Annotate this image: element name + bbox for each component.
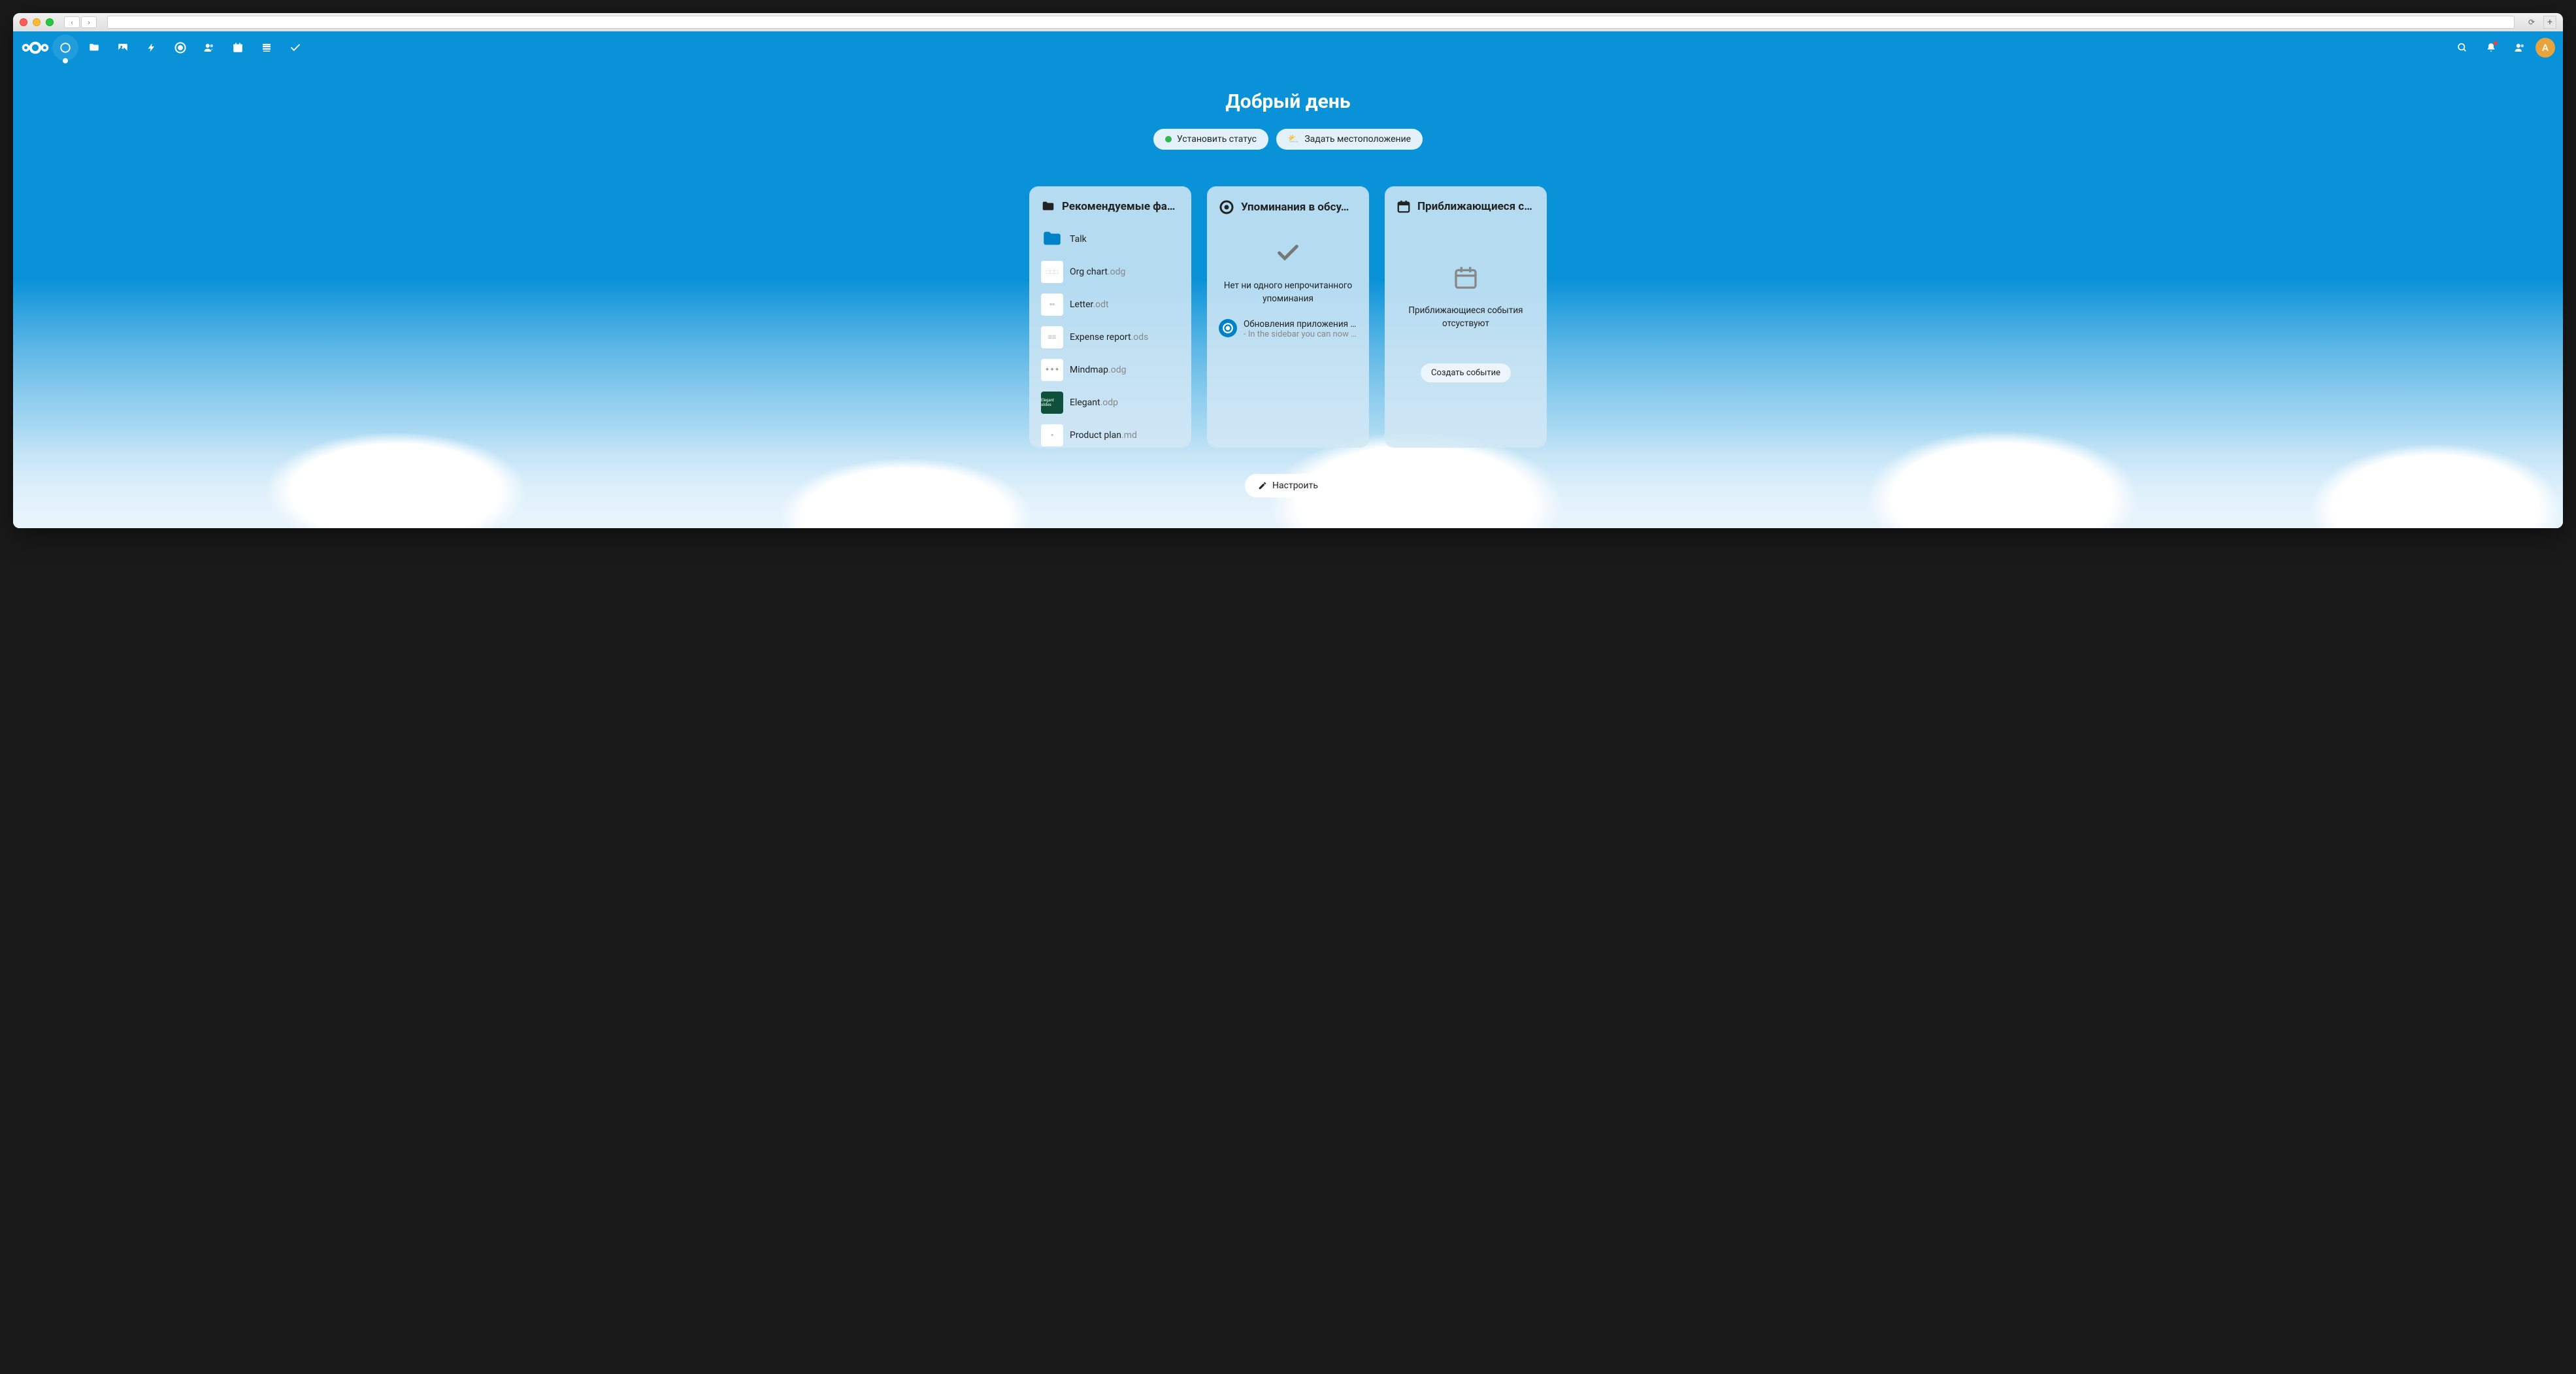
file-item[interactable]: ≡≡ Letter.odt <box>1041 291 1180 318</box>
browser-forward-button[interactable]: › <box>81 16 97 28</box>
set-location-label: Задать местоположение <box>1304 134 1411 144</box>
file-list: Talk ⬚⬚⬚ Org chart.odg ≡≡ Letter.odt ☰☰ <box>1041 226 1180 449</box>
file-thumbnail: ≡ <box>1041 424 1063 446</box>
file-thumbnail: ⬚⬚⬚ <box>1041 261 1063 283</box>
browser-window: ‹ › ⟳ + <box>13 13 2563 528</box>
file-ext: .ods <box>1131 332 1149 343</box>
check-icon <box>1275 240 1301 266</box>
customize-button[interactable]: Настроить <box>1245 474 1331 497</box>
file-ext: .odt <box>1093 299 1108 310</box>
folder-icon <box>1041 199 1055 214</box>
folder-icon <box>1041 228 1063 250</box>
nav-app-talk[interactable] <box>167 35 193 61</box>
talk-icon <box>1219 199 1234 215</box>
file-item[interactable]: Elegant slides Elegant.odp <box>1041 389 1180 416</box>
calendar-icon <box>1396 199 1411 214</box>
file-thumbnail: Elegant slides <box>1041 392 1063 414</box>
browser-url-bar[interactable] <box>107 16 2515 29</box>
pencil-icon <box>1258 481 1267 490</box>
nav-app-tasks[interactable] <box>282 35 308 61</box>
widget-talk-mentions: Упоминания в обсу… Нет ни одного непрочи… <box>1207 186 1369 448</box>
close-window-button[interactable] <box>20 18 27 26</box>
widget-recommended-files: Рекомендуемые фа… Talk ⬚⬚⬚ Org chart.odg <box>1029 186 1191 448</box>
file-name-text: Product plan <box>1070 430 1121 441</box>
file-ext: .odg <box>1108 267 1125 277</box>
file-name-text: Expense report <box>1070 332 1131 343</box>
user-avatar[interactable]: A <box>2535 38 2555 58</box>
weather-icon: ⛅ <box>1288 134 1299 144</box>
nav-app-activity[interactable] <box>139 35 165 61</box>
file-name-text: Org chart <box>1070 267 1108 277</box>
traffic-lights <box>20 18 54 26</box>
file-item[interactable]: ☰☰ Expense report.ods <box>1041 324 1180 351</box>
status-row: Установить статус ⛅ Задать местоположени… <box>1153 129 1423 150</box>
nav-app-calendar[interactable] <box>225 35 251 61</box>
talk-empty-text: Нет ни одного непрочитанного упоминания <box>1219 279 1357 306</box>
customize-label: Настроить <box>1272 480 1318 491</box>
widget-files-title: Рекомендуемые фа… <box>1062 200 1175 213</box>
file-item[interactable]: ⬚⬚⬚ Org chart.odg <box>1041 258 1180 286</box>
nav-app-files[interactable] <box>81 35 107 61</box>
talk-item-subtitle: - In the sidebar you can now fi… <box>1244 329 1357 339</box>
file-name-text: Elegant <box>1070 397 1100 408</box>
file-item[interactable]: Talk <box>1041 226 1180 253</box>
browser-newtab-button[interactable]: + <box>2543 16 2556 29</box>
nextcloud-logo[interactable] <box>21 40 50 56</box>
notification-indicator <box>2494 41 2498 45</box>
topbar: A <box>13 31 2563 64</box>
nav-app-deck[interactable] <box>254 35 280 61</box>
set-location-button[interactable]: ⛅ Задать местоположение <box>1276 129 1423 150</box>
dashboard: Добрый день Установить статус ⛅ Задать м… <box>13 64 2563 497</box>
file-ext: .odp <box>1100 397 1118 408</box>
browser-titlebar: ‹ › ⟳ + <box>13 13 2563 31</box>
talk-app-icon <box>1219 319 1237 337</box>
maximize-window-button[interactable] <box>46 18 54 26</box>
create-event-button[interactable]: Создать событие <box>1421 363 1511 382</box>
contacts-menu-button[interactable] <box>2507 35 2533 61</box>
file-ext: .odg <box>1108 365 1126 375</box>
nav-app-dashboard[interactable] <box>52 35 78 61</box>
talk-item[interactable]: Обновления приложения «К… - In the sideb… <box>1219 319 1357 339</box>
nav-app-contacts[interactable] <box>196 35 222 61</box>
file-thumbnail: ✦✦✦ <box>1041 359 1063 381</box>
file-item[interactable]: ✦✦✦ Mindmap.odg <box>1041 356 1180 384</box>
calendar-empty-icon <box>1453 265 1479 291</box>
talk-item-title: Обновления приложения «К… <box>1244 319 1357 329</box>
nav-app-photos[interactable] <box>110 35 136 61</box>
file-item[interactable]: ≡ Product plan.md <box>1041 422 1180 449</box>
widgets-row: Рекомендуемые фа… Talk ⬚⬚⬚ Org chart.odg <box>1029 186 1547 448</box>
file-thumbnail: ≡≡ <box>1041 293 1063 316</box>
set-status-label: Установить статус <box>1177 134 1257 144</box>
file-thumbnail: ☰☰ <box>1041 326 1063 348</box>
file-ext: .md <box>1121 430 1137 441</box>
browser-back-button[interactable]: ‹ <box>64 16 80 28</box>
file-name-text: Mindmap <box>1070 365 1108 375</box>
set-status-button[interactable]: Установить статус <box>1153 129 1268 150</box>
search-button[interactable] <box>2449 35 2475 61</box>
file-name-text: Talk <box>1070 234 1087 244</box>
minimize-window-button[interactable] <box>33 18 41 26</box>
widget-calendar-title: Приближающиеся с… <box>1417 200 1532 213</box>
greeting-title: Добрый день <box>1225 90 1350 113</box>
widget-upcoming-events: Приближающиеся с… Приближающиеся события… <box>1385 186 1547 448</box>
notifications-button[interactable] <box>2478 35 2504 61</box>
file-name-text: Letter <box>1070 299 1093 310</box>
widget-talk-title: Упоминания в обсу… <box>1241 201 1349 214</box>
status-online-icon <box>1165 136 1172 142</box>
calendar-empty-text: Приближающиеся события отсуствуют <box>1396 304 1535 331</box>
browser-reload-button[interactable]: ⟳ <box>2525 16 2538 28</box>
app-viewport: A Добрый день Установить статус ⛅ Задать… <box>13 31 2563 528</box>
